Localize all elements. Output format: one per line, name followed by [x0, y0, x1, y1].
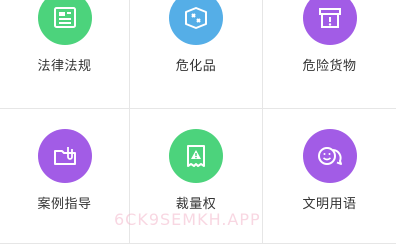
grid-item-label: 危化品 — [175, 59, 217, 74]
grid-item-label: 法律法规 — [37, 59, 92, 74]
document-list-icon — [37, 0, 92, 45]
folder-clip-icon — [37, 129, 92, 183]
grid-item-civil-language[interactable]: 文明用语 — [263, 109, 396, 244]
grid-item-label: 文明用语 — [302, 197, 357, 212]
grid-item-case-guidance[interactable]: 案例指导 — [0, 109, 130, 244]
grid-item-discretion[interactable]: 裁量权 — [130, 109, 263, 244]
warning-box-icon — [302, 0, 357, 45]
grid-item-label: 案例指导 — [37, 197, 92, 212]
feature-grid: 法律法规 危化品 危险货物 案例指导 裁量权 文明用语 — [0, 0, 396, 244]
grid-item-label: 危险货物 — [302, 59, 357, 74]
grid-item-laws[interactable]: 法律法规 — [0, 0, 130, 109]
hazard-box-icon — [169, 0, 223, 45]
chat-smile-icon — [302, 129, 357, 183]
grid-item-label: 裁量权 — [175, 197, 217, 212]
grid-item-hazchem[interactable]: 危化品 — [130, 0, 263, 109]
receipt-warning-icon — [169, 129, 223, 183]
grid-item-dangerous-goods[interactable]: 危险货物 — [263, 0, 396, 109]
